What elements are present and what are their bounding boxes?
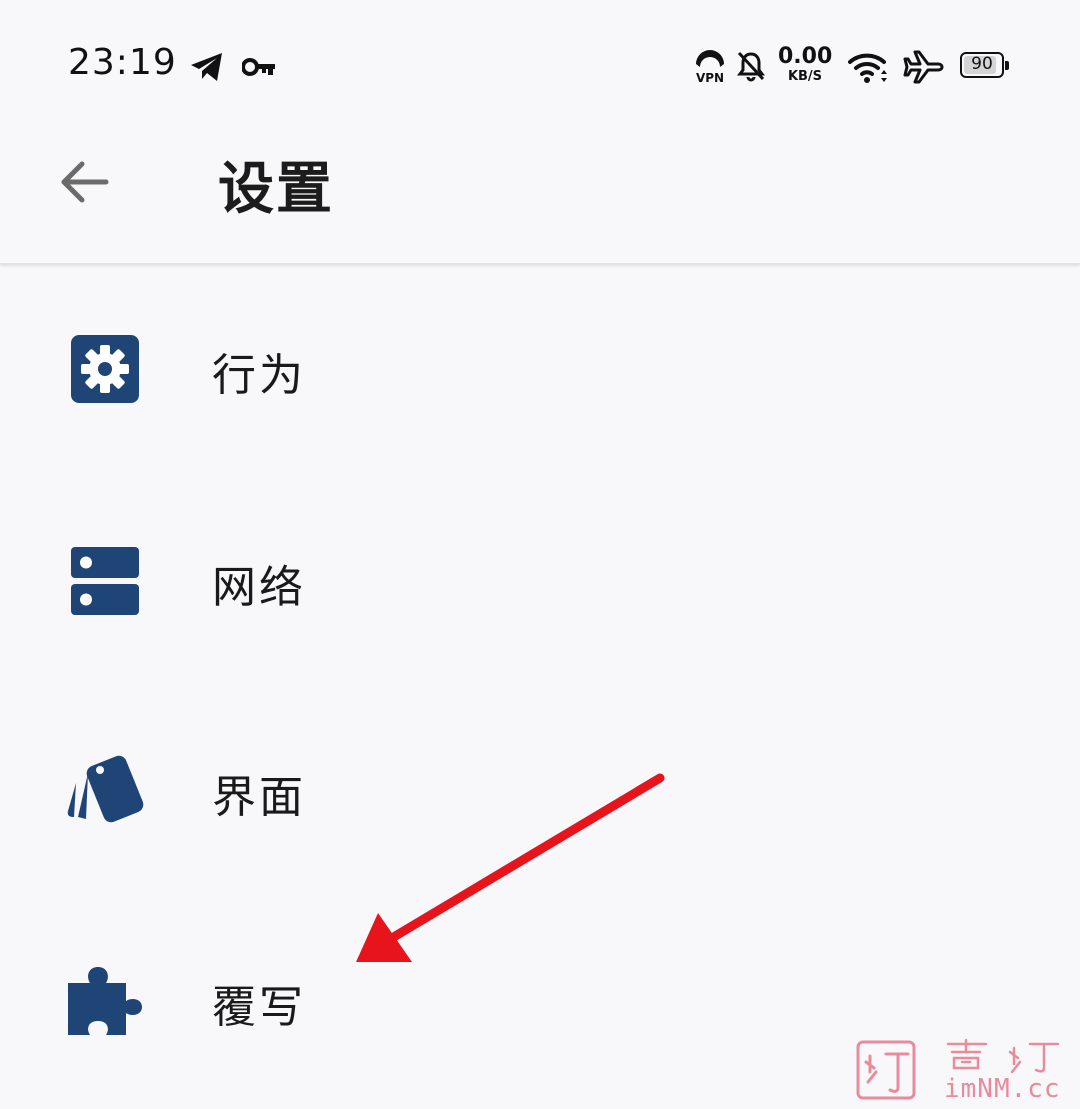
net-speed-indicator: 0.00 KB/S: [778, 44, 833, 84]
app-header: 设置: [0, 120, 1080, 264]
arrow-left-icon: [61, 161, 109, 203]
key-icon: [242, 58, 275, 76]
telegram-icon: [191, 53, 222, 81]
page-title: 设置: [218, 157, 334, 222]
settings-item-network[interactable]: 网络: [0, 477, 1080, 677]
settings-item-label: 覆写: [212, 982, 306, 1033]
battery-level: 90: [971, 54, 993, 74]
swatchbook-icon: [67, 755, 144, 823]
server-icon: [71, 547, 139, 615]
gear-icon: [71, 335, 139, 403]
vpn-icon: VPN: [696, 50, 724, 84]
settings-item-label: 行为: [212, 350, 306, 401]
bell-off-icon: [737, 51, 765, 82]
settings-item-interface[interactable]: 界面: [0, 687, 1080, 887]
wifi-icon: [848, 53, 887, 83]
status-clock: 23:19: [68, 42, 177, 83]
svg-text:VPN: VPN: [696, 71, 724, 84]
puzzle-icon: [68, 967, 142, 1035]
watermark: imNM.cc: [852, 1036, 1072, 1104]
settings-item-label: 界面: [212, 772, 306, 823]
settings-item-behavior[interactable]: 行为: [0, 265, 1080, 465]
watermark-logo: [856, 1040, 916, 1100]
status-bar: 23:19 VPN 0.00 KB/S 90: [0, 0, 1080, 120]
net-speed-unit: KB/S: [787, 69, 823, 84]
settings-item-label: 网络: [212, 562, 306, 613]
airplane-icon: [903, 50, 944, 84]
battery-icon: 90: [960, 52, 1009, 78]
watermark-logo-glyphs: [946, 1038, 1060, 1074]
back-button[interactable]: [52, 150, 116, 214]
net-speed-value: 0.00: [778, 44, 833, 69]
watermark-site: imNM.cc: [944, 1074, 1061, 1104]
